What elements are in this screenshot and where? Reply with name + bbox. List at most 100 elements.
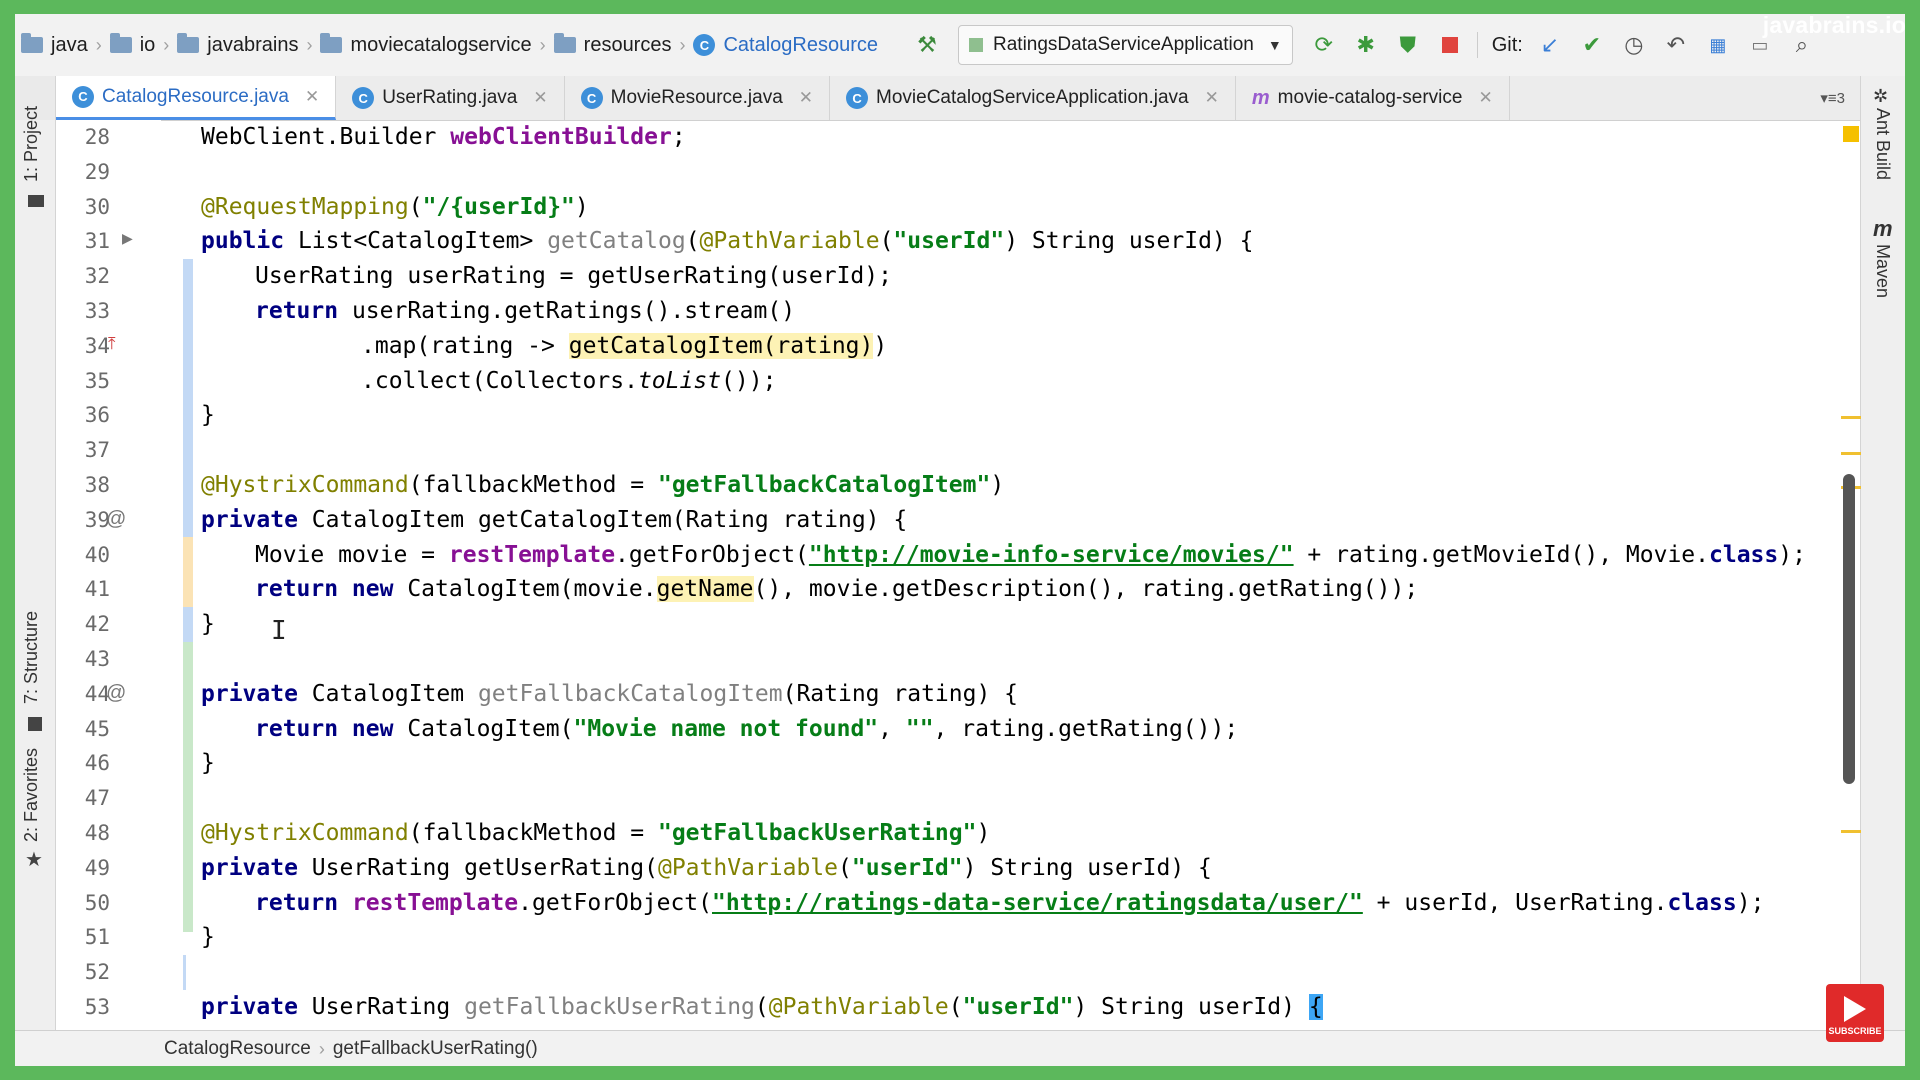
stripe-marker[interactable] bbox=[1841, 452, 1861, 455]
code-line: return new CatalogItem(movie.getName(), … bbox=[255, 576, 1419, 603]
folder-icon bbox=[21, 33, 43, 53]
line-number: 46 bbox=[84, 751, 110, 776]
build-hammer-icon[interactable]: ⚒ bbox=[912, 30, 942, 60]
vertical-scrollbar[interactable] bbox=[1843, 474, 1855, 784]
chevron-right-icon: › bbox=[95, 34, 102, 55]
rerun-icon[interactable]: ⟳ bbox=[1309, 30, 1339, 60]
code-line: private CatalogItem getCatalogItem(Ratin… bbox=[201, 506, 908, 533]
maven-tool-button[interactable]: Maven bbox=[1872, 244, 1893, 298]
line-number: 52 bbox=[84, 960, 110, 985]
status-crumb-class[interactable]: CatalogResource bbox=[164, 1038, 311, 1060]
line-number: 38 bbox=[84, 473, 110, 497]
stripe-marker[interactable] bbox=[1841, 416, 1861, 419]
text-cursor-icon: I bbox=[271, 616, 287, 646]
line-number: 33 bbox=[84, 299, 110, 323]
git-label: Git: bbox=[1491, 33, 1523, 56]
line-number: 53 bbox=[84, 995, 110, 1019]
crumb-io[interactable]: io bbox=[109, 33, 155, 57]
tab-moviecatalogserviceapplication[interactable]: C MovieCatalogServiceApplication.java ✕ bbox=[830, 76, 1236, 120]
run-coverage-icon[interactable]: ⛊ bbox=[1393, 30, 1423, 60]
crumb-moviecatalogservice[interactable]: moviecatalogservice bbox=[320, 33, 532, 57]
tab-movie-catalog-service[interactable]: m movie-catalog-service ✕ bbox=[1236, 76, 1510, 120]
close-icon[interactable]: ✕ bbox=[799, 88, 813, 108]
line-number: 37 bbox=[84, 438, 110, 463]
chevron-right-icon: › bbox=[679, 34, 686, 55]
folder-icon bbox=[177, 33, 200, 53]
code-line: private UserRating getFallbackUserRating… bbox=[201, 994, 1323, 1020]
class-icon: C bbox=[693, 34, 716, 56]
tab-catalogresource[interactable]: C CatalogResource.java ✕ bbox=[56, 76, 337, 120]
code-line: } bbox=[201, 924, 215, 951]
bean-annotation-icon[interactable]: @ bbox=[106, 508, 126, 531]
stop-icon[interactable] bbox=[1435, 30, 1465, 60]
chevron-right-icon: › bbox=[318, 1038, 325, 1059]
layout-icon[interactable]: ▦ bbox=[1703, 30, 1733, 60]
stripe-marker[interactable] bbox=[1841, 830, 1861, 833]
line-number: 45 bbox=[84, 716, 110, 741]
code-line: return new CatalogItem("Movie name not f… bbox=[255, 715, 1239, 742]
line-number: 29 bbox=[84, 159, 110, 184]
git-update-icon[interactable]: ↙ bbox=[1535, 30, 1565, 60]
line-number: 28 bbox=[84, 125, 110, 149]
ant-build-tool-button[interactable]: Ant Build bbox=[1872, 108, 1893, 180]
close-icon[interactable]: ✕ bbox=[533, 88, 547, 108]
editor-tabs: C CatalogResource.java ✕ C UserRating.java ✕… bbox=[15, 76, 1905, 121]
code-line: WebClient.Builder webClientBuilder; bbox=[201, 124, 686, 150]
run-configuration-select[interactable]: RatingsDataServiceApplication ▼ bbox=[958, 25, 1293, 65]
code-line: .map(rating -> getCatalogItem(rating)) bbox=[361, 332, 888, 359]
line-number: 41 bbox=[84, 577, 110, 602]
code-line: public List<CatalogItem> getCatalog(@Pat… bbox=[201, 228, 1254, 255]
tab-userrating[interactable]: C UserRating.java ✕ bbox=[336, 76, 565, 120]
git-commit-check-icon[interactable]: ✔ bbox=[1577, 30, 1607, 60]
tab-movieresource[interactable]: C MovieResource.java ✕ bbox=[565, 76, 831, 120]
ant-icon: ✲ bbox=[1873, 86, 1889, 106]
favorites-tool-button[interactable]: 2: Favorites bbox=[21, 748, 42, 842]
status-breadcrumb: CatalogResource › getFallbackUserRating(… bbox=[15, 1030, 1905, 1066]
fold-arrow-icon[interactable]: ▶ bbox=[122, 230, 133, 247]
close-icon[interactable]: ✕ bbox=[1478, 88, 1492, 108]
line-number: 40 bbox=[84, 542, 110, 567]
right-tool-strip: ✲ Ant Build m Maven bbox=[1860, 76, 1905, 1066]
git-history-clock-icon[interactable]: ◷ bbox=[1619, 30, 1649, 60]
code-line: @HystrixCommand(fallbackMethod = "getFal… bbox=[201, 472, 1005, 498]
navigation-bar: java › io › javabrains › moviecatalogser… bbox=[15, 14, 1905, 77]
debug-bug-icon[interactable]: ✱ bbox=[1351, 30, 1381, 60]
line-number: 48 bbox=[84, 821, 110, 845]
chevron-right-icon: › bbox=[306, 34, 313, 55]
status-crumb-method[interactable]: getFallbackUserRating() bbox=[333, 1038, 538, 1060]
project-tool-button[interactable]: 1: Project bbox=[21, 106, 42, 182]
code-line: return userRating.getRatings().stream() bbox=[255, 298, 796, 324]
line-number: 34 bbox=[84, 333, 110, 358]
code-line: UserRating userRating = getUserRating(us… bbox=[255, 263, 892, 290]
class-icon: C bbox=[72, 85, 94, 108]
bean-annotation-icon[interactable]: @ bbox=[106, 682, 126, 705]
code-editor[interactable]: WebClient.Builder webClientBuilder; @Req… bbox=[161, 120, 1806, 1030]
code-line: } bbox=[201, 611, 215, 638]
code-line: Movie movie = restTemplate.getForObject(… bbox=[255, 541, 1806, 568]
line-number: 42 bbox=[84, 612, 110, 637]
git-revert-icon[interactable]: ↶ bbox=[1661, 30, 1691, 60]
chevron-right-icon: › bbox=[163, 34, 170, 55]
line-number: 51 bbox=[84, 925, 110, 950]
line-number: 47 bbox=[84, 786, 110, 811]
left-tool-strip: 1: Project 7: Structure 2: Favorites ★ bbox=[15, 106, 56, 1066]
crumb-java[interactable]: java bbox=[21, 33, 88, 57]
crumb-javabrains[interactable]: javabrains bbox=[177, 33, 298, 57]
recursive-call-icon: ⤒ bbox=[108, 334, 116, 353]
crumb-resources[interactable]: resources bbox=[553, 33, 671, 57]
structure-tool-button[interactable]: 7: Structure bbox=[21, 611, 42, 704]
class-icon: C bbox=[352, 87, 375, 109]
folder-icon bbox=[109, 33, 132, 53]
close-icon[interactable]: ✕ bbox=[305, 87, 319, 107]
code-line: } bbox=[201, 402, 215, 429]
subscribe-button[interactable]: SUBSCRIBE bbox=[1826, 984, 1884, 1042]
line-number: 49 bbox=[84, 855, 110, 880]
code-line: @RequestMapping("/{userId}") bbox=[201, 193, 589, 220]
crumb-catalogresource[interactable]: C CatalogResource bbox=[693, 34, 878, 57]
class-icon: C bbox=[580, 87, 603, 109]
warning-indicator-icon[interactable] bbox=[1843, 126, 1859, 142]
close-icon[interactable]: ✕ bbox=[1205, 88, 1219, 108]
code-line: @HystrixCommand(fallbackMethod = "getFal… bbox=[201, 820, 991, 846]
maven-icon: m bbox=[1873, 216, 1893, 241]
line-number: 36 bbox=[84, 403, 110, 428]
